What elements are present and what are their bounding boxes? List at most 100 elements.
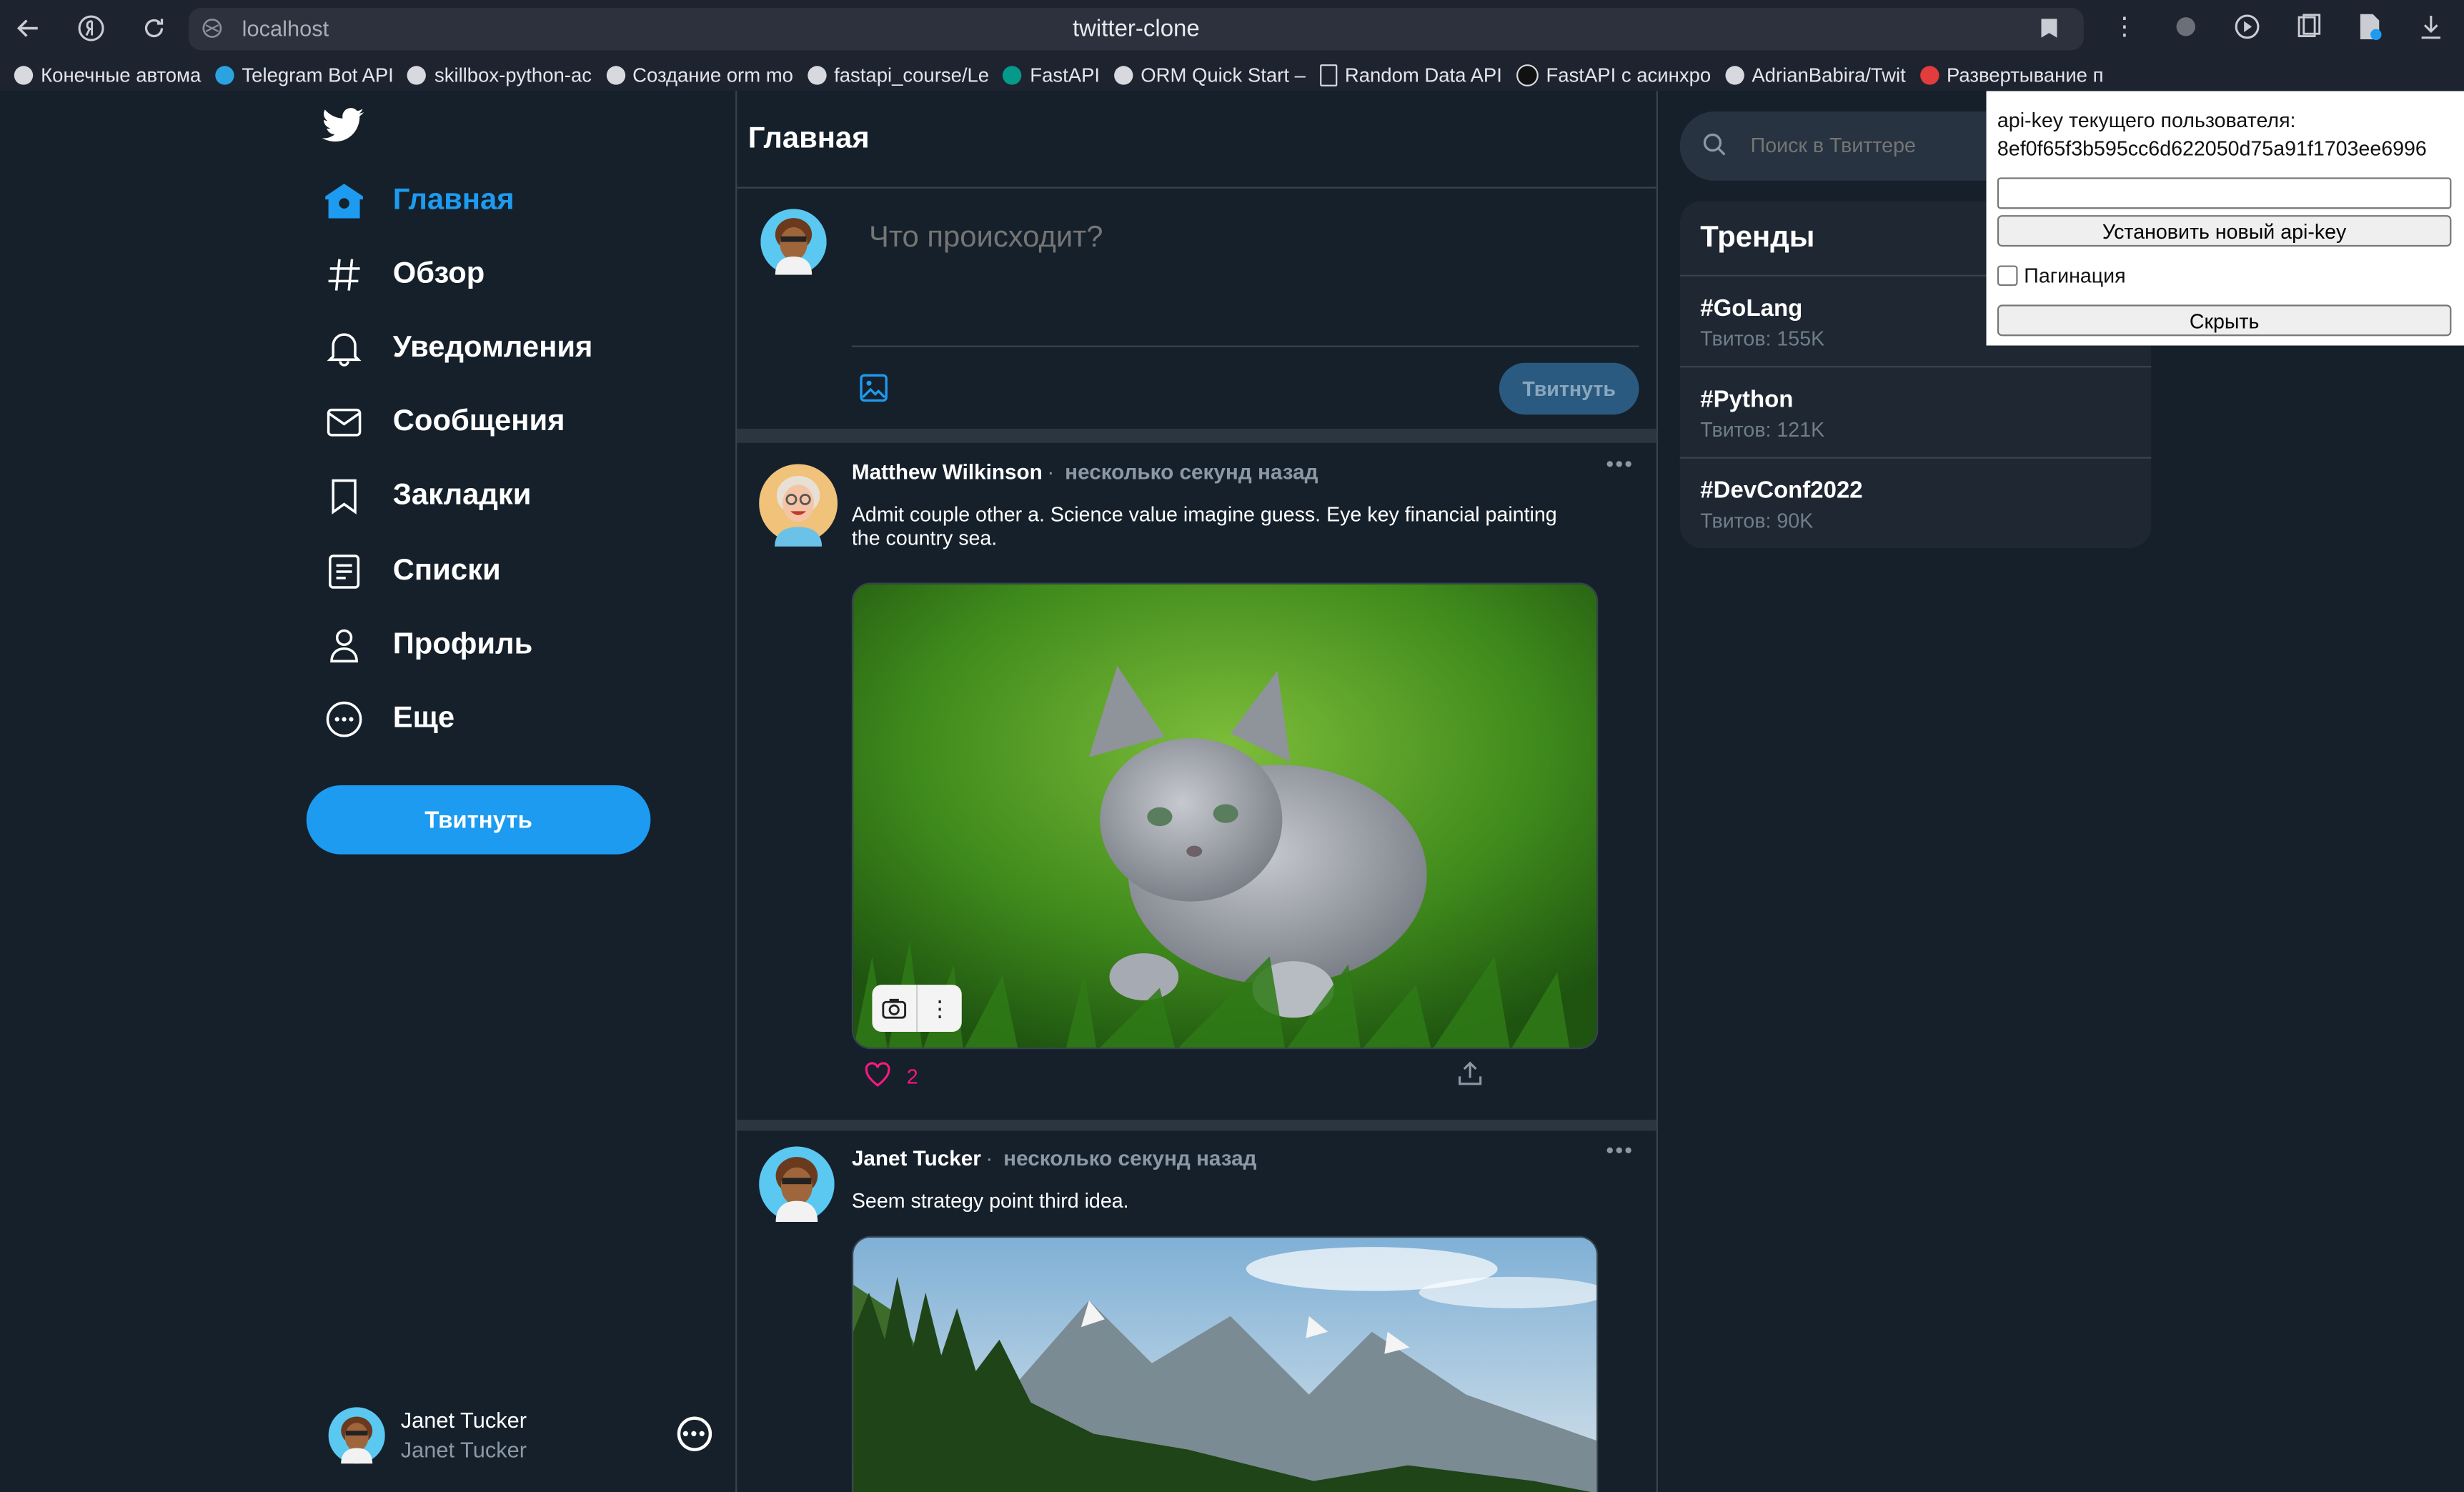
tweet-card[interactable]: Janet Tucker · несколько секунд назад •••… [737,1137,1656,1492]
compose-submit-button[interactable]: Твитнуть [1499,362,1639,415]
like-count: 2 [906,1065,918,1089]
page-title: twitter-clone [1072,15,1200,43]
api-key-value: 8ef0f65f3b595cc6d622050d75a91f1703ee6996 [1997,136,2427,161]
telegram-icon [215,65,234,84]
sidebar-item-lists[interactable]: Списки [322,548,501,595]
collections-icon[interactable] [2291,9,2325,44]
bookmark-item[interactable]: Развертывание п [1919,64,2104,86]
account-switcher[interactable]: Janet Tucker Janet Tucker ••• [328,1407,722,1473]
bookmark-item[interactable]: Telegram Bot API [215,64,394,86]
github-icon [1724,65,1744,84]
tweet-time[interactable]: несколько секунд назад [1003,1146,1256,1170]
set-api-key-button[interactable]: Установить новый api-key [1997,215,2452,247]
bookmark-item[interactable]: FastAPI [1003,64,1100,86]
bookmark-item[interactable]: FastAPI с асинхро [1516,64,1711,86]
trend-tag: #DevConf2022 [1700,477,1863,504]
bookmark-item[interactable]: Random Data API [1319,64,1502,86]
heart-icon [864,1062,890,1092]
bookmark-item[interactable]: fastapi_course/Le [807,64,989,86]
sidebar-item-home[interactable]: Главная [322,177,515,224]
sidebar-item-messages[interactable]: Сообщения [322,399,565,446]
avatar [760,209,827,282]
tweet-menu-icon[interactable]: ••• [1606,1137,1634,1162]
trend-item[interactable]: #DevConf2022 Твитов: 90K [1679,457,2152,548]
divider [737,1120,1656,1131]
bookmark-item[interactable]: AdrianBabira/Twit [1724,64,1906,86]
bookmarks-bar: Конечные автома Telegram Bot API skillbo… [0,58,2464,91]
like-button[interactable]: 2 [864,1062,918,1092]
image-more-icon[interactable]: ⋮ [916,985,962,1033]
tweet-card[interactable]: Matthew Wilkinson · несколько секунд наза… [737,451,1656,1120]
udemy-icon [1516,64,1539,86]
api-key-input[interactable] [1997,177,2452,209]
trend-tag: #GoLang [1700,295,1803,322]
avatar [759,1146,835,1229]
hide-panel-button[interactable]: Скрыть [1997,304,2452,337]
compose-input[interactable] [853,209,1639,309]
avatar [759,460,838,554]
tweet-header: Matthew Wilkinson · несколько секунд наза… [851,459,1318,484]
extension-icon[interactable] [2169,9,2203,44]
orm-icon [1113,65,1133,84]
tweet-author[interactable]: Janet Tucker [852,1146,981,1170]
trend-tag: #Python [1700,386,1794,414]
document-check-icon[interactable] [2353,9,2387,44]
bookmark-item[interactable]: skillbox-python-ac [407,64,592,86]
mail-icon [322,400,367,444]
bookmark-item[interactable]: Создание orm mo [605,64,793,86]
tweet-time[interactable]: несколько секунд назад [1065,460,1318,484]
tweet-image[interactable] [851,1235,1599,1492]
trend-count: Твитов: 121K [1700,417,1825,442]
kebab-menu-icon[interactable]: ⋮ [2107,9,2142,44]
trend-item[interactable]: #Python Твитов: 121K [1679,366,2152,459]
pagination-checkbox[interactable] [1997,265,2018,287]
main-feed: Главная Твитнуть Matthew Wilkinson· неск… [735,91,1658,1492]
extensions-bar: ⋮ [2107,9,2448,44]
yandex-icon[interactable] [72,9,110,47]
tweet-menu-icon[interactable]: ••• [1606,451,1634,476]
address-bar[interactable]: localhost twitter-clone [188,7,2084,51]
share-icon[interactable] [1456,1060,1483,1095]
bookmark-page-icon[interactable] [2040,17,2058,47]
twitter-logo-icon[interactable] [322,106,364,152]
tweet-text: Seem strategy point third idea. [851,1188,1129,1213]
back-icon[interactable] [9,9,47,47]
api-key-label: api-key текущего пользователя: [1997,108,2296,132]
account-more-icon[interactable]: ••• [677,1416,712,1451]
bookmark-item[interactable]: ORM Quick Start – [1113,64,1306,86]
github-icon [407,65,427,84]
trend-count: Твитов: 90K [1700,509,1814,533]
kitten-photo [853,584,1597,1048]
pagination-toggle[interactable]: Пагинация [1997,264,2126,287]
sidebar-item-bookmarks[interactable]: Закладки [322,473,531,520]
camera-search-icon[interactable] [872,985,916,1032]
hashtag-icon [322,253,367,297]
sidebar-item-explore[interactable]: Обзор [322,252,485,299]
app-root: localhost twitter-clone ⋮ Конечные автом… [0,0,2464,1492]
reload-icon[interactable] [135,9,173,47]
file-icon [1319,64,1337,86]
divider [737,429,1656,443]
home-icon [322,179,367,224]
media-play-icon[interactable] [2230,9,2264,44]
image-upload-icon[interactable] [858,372,890,404]
left-sidebar: Главная Обзор Уведомления Сообщения Закл… [0,91,735,1492]
divider [851,345,1639,347]
user-icon [322,624,367,668]
sidebar-item-notifications[interactable]: Уведомления [322,325,592,372]
tweet-author[interactable]: Matthew Wilkinson [852,460,1043,484]
tweet-image[interactable]: ⋮ [851,582,1599,1050]
tweet-button[interactable]: Твитнуть [306,785,651,855]
downloads-icon[interactable] [2414,9,2448,44]
browser-chrome: localhost twitter-clone ⋮ Конечные автом… [0,0,2464,91]
bookmark-item[interactable]: Конечные автома [14,64,201,86]
avatar [328,1407,385,1471]
tweet-header: Janet Tucker · несколько секунд назад [851,1146,1257,1170]
sidebar-item-more[interactable]: Еще [322,696,454,743]
sidebar-item-profile[interactable]: Профиль [322,622,532,669]
search-icon [1702,132,1730,161]
page-heading: Главная [747,122,870,156]
tweet-text: Admit couple other a. Science value imag… [851,502,1557,550]
habr-icon [1919,65,1939,84]
trends-title: Тренды [1700,221,1815,255]
